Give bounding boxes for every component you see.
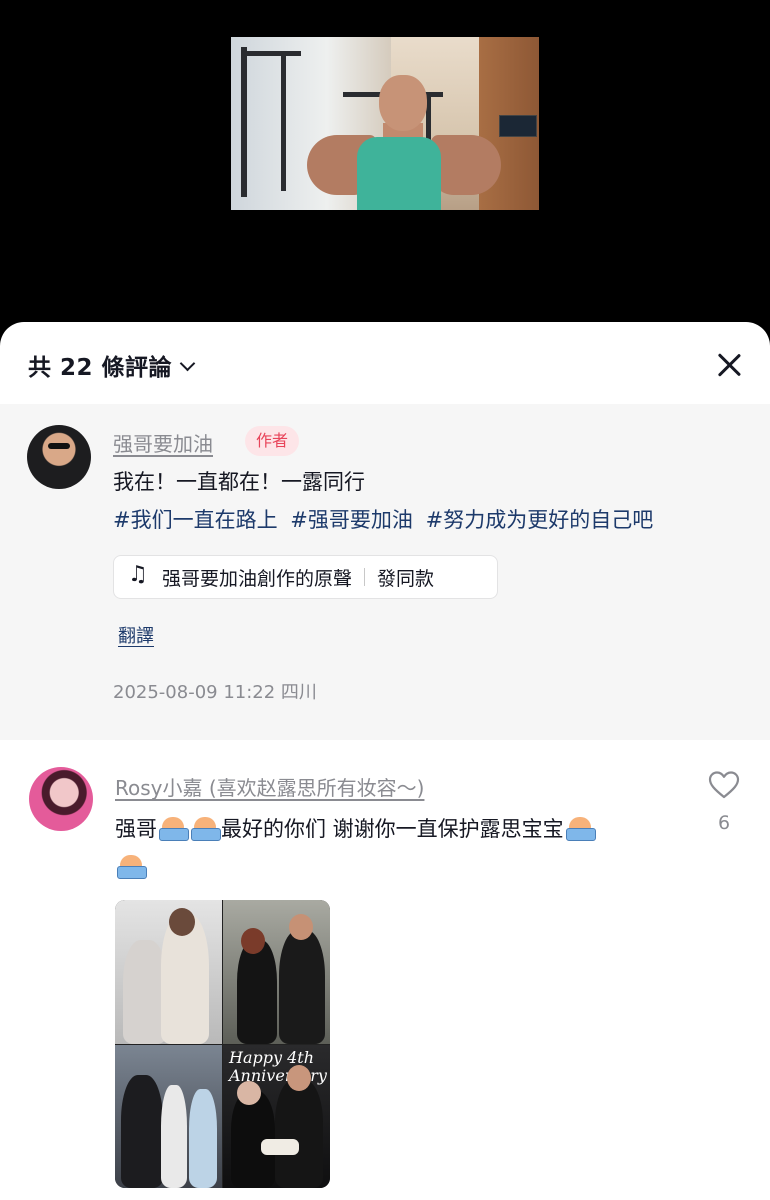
use-sound-button[interactable]: 發同款 [377,564,434,591]
hashtag-link[interactable]: #强哥要加油 [290,508,413,532]
comment-text-part: 最好的你们 谢谢你一直保护露思宝宝 [221,817,564,841]
person-arm [431,135,501,195]
figure [161,1085,187,1188]
figure [279,930,325,1044]
collage-cell [115,1045,222,1188]
collage-caption: Happy 4th Anniversary [229,1049,327,1085]
comment-username[interactable]: Rosy小嘉 (喜欢赵露思所有妆容～) [115,772,424,801]
hashtag-link[interactable]: #我们一直在路上 [113,508,278,532]
comment-text: 强哥 最好的你们 谢谢你一直保护露思宝宝 [115,810,695,886]
comment-text-part: 强哥 [115,817,157,841]
sunglasses [48,443,70,449]
avatar[interactable] [29,767,93,831]
collage-cell [115,900,222,1044]
gym-rack [281,51,286,191]
like-count: 6 [717,812,731,834]
gym-rack [241,51,301,56]
comment-username[interactable]: 强哥要加油 [113,428,213,457]
person-head [379,75,427,131]
author-badge: 作者 [245,426,300,456]
video-player[interactable] [0,0,770,330]
close-icon[interactable] [712,348,746,382]
caption-line: Happy 4th [229,1048,315,1067]
comment-count-label: 共 22 條評論 [28,355,173,381]
chevron-down-icon [179,355,196,372]
crying-emoji-icon [116,853,147,879]
collage-cell: Happy 4th Anniversary [223,1045,330,1188]
translate-link[interactable]: 翻譯 [118,622,154,648]
wall-tv [499,115,537,137]
comments-sheet: 共 22 條評論 强哥要加油 作者 我在！一直都在！一露同行 #我们一直在路上 … [0,322,770,1200]
sound-name: 强哥要加油創作的原聲 [162,567,353,590]
figure-head [237,1081,261,1105]
author-comment[interactable]: 强哥要加油 作者 我在！一直都在！一露同行 #我们一直在路上 #强哥要加油 #努… [0,404,770,740]
crying-emoji-icon [158,815,189,841]
figure-head [289,914,313,940]
avatar[interactable] [27,425,91,489]
collage-cell [223,900,330,1044]
crying-emoji-icon [190,815,221,841]
hashtag-link[interactable]: #努力成为更好的自己吧 [426,508,654,532]
figure [189,1089,217,1188]
hashtag-list: #我们一直在路上 #强哥要加油 #努力成为更好的自己吧 [113,504,659,534]
comment-timestamp: 2025-08-09 11:22 四川 [113,682,317,703]
music-note-icon [128,562,150,588]
comment-image[interactable]: Happy 4th Anniversary [115,900,330,1188]
comment-count-dropdown[interactable]: 共 22 條評論 [28,348,196,382]
crying-emoji-icon [565,815,596,841]
person-tank-top [357,137,441,210]
comment-item[interactable]: Rosy小嘉 (喜欢赵露思所有妆容～) 强哥 最好的你们 谢谢你一直保护露思宝宝 … [0,740,770,1200]
gym-rack [241,47,247,197]
comment-text: 我在！一直都在！一露同行 [113,470,365,494]
figure-head [287,1065,311,1091]
figure [237,940,277,1044]
video-thumbnail[interactable] [231,37,539,210]
figure [275,1079,323,1188]
original-sound-chip[interactable]: 强哥要加油創作的原聲 發同款 [113,555,498,599]
cake [261,1139,299,1155]
figure [121,1075,163,1188]
figure-head [169,908,195,936]
sheet-header: 共 22 條評論 [0,322,770,404]
heart-icon[interactable] [708,770,740,800]
divider [364,568,366,586]
figure-head [241,928,265,954]
